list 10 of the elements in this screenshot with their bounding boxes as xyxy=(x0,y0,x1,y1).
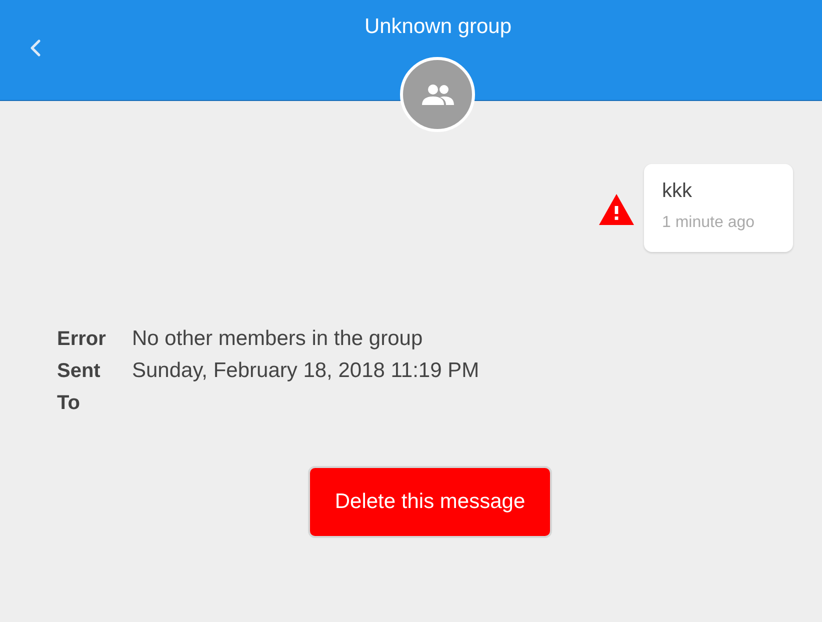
delete-message-button[interactable]: Delete this message xyxy=(308,466,552,538)
detail-value: Sunday, February 18, 2018 11:19 PM xyxy=(132,358,480,384)
message-text: kkk xyxy=(662,179,693,204)
detail-label: Sent xyxy=(57,359,102,384)
detail-label: To xyxy=(57,391,81,416)
detail-value: No other members in the group xyxy=(132,326,424,352)
detail-label: Error xyxy=(57,327,107,352)
header-title: Unknown group xyxy=(364,14,512,40)
message-time: 1 minute ago xyxy=(662,213,756,233)
back-icon xyxy=(29,39,41,57)
